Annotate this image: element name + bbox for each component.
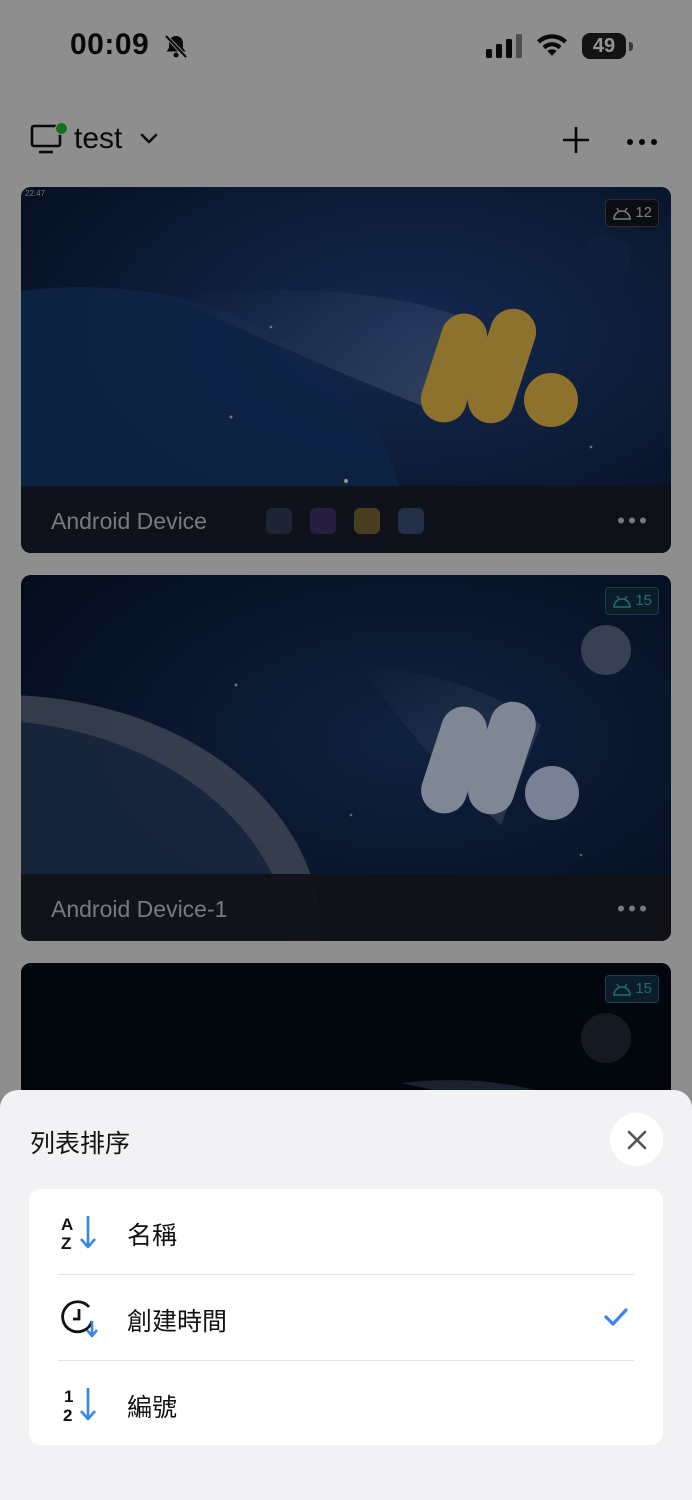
close-button[interactable] <box>610 1113 663 1166</box>
svg-text:1: 1 <box>64 1387 73 1406</box>
checkmark-icon <box>604 1308 628 1326</box>
sheet-title: 列表排序 <box>30 1130 131 1158</box>
sort-alpha-icon: A Z <box>61 1215 96 1253</box>
sort-option-name[interactable]: A Z 名稱 <box>29 1189 663 1275</box>
sort-option-label: 編號 <box>127 1394 178 1422</box>
svg-text:A: A <box>61 1215 73 1234</box>
sort-bottom-sheet: 列表排序 A Z 名稱 創建時間 1 2 編號 <box>0 1090 692 1500</box>
sort-numeric-icon: 1 2 <box>63 1387 96 1425</box>
sort-option-label: 名稱 <box>127 1222 178 1250</box>
sort-clock-icon <box>61 1300 98 1338</box>
sort-options-list: A Z 名稱 創建時間 1 2 編號 <box>29 1189 663 1445</box>
sort-option-created-time[interactable]: 創建時間 <box>29 1275 663 1361</box>
close-icon <box>627 1130 646 1149</box>
svg-text:2: 2 <box>63 1406 72 1425</box>
sort-option-label: 創建時間 <box>127 1308 228 1336</box>
svg-text:Z: Z <box>61 1234 71 1253</box>
sort-option-number[interactable]: 1 2 編號 <box>29 1361 663 1447</box>
